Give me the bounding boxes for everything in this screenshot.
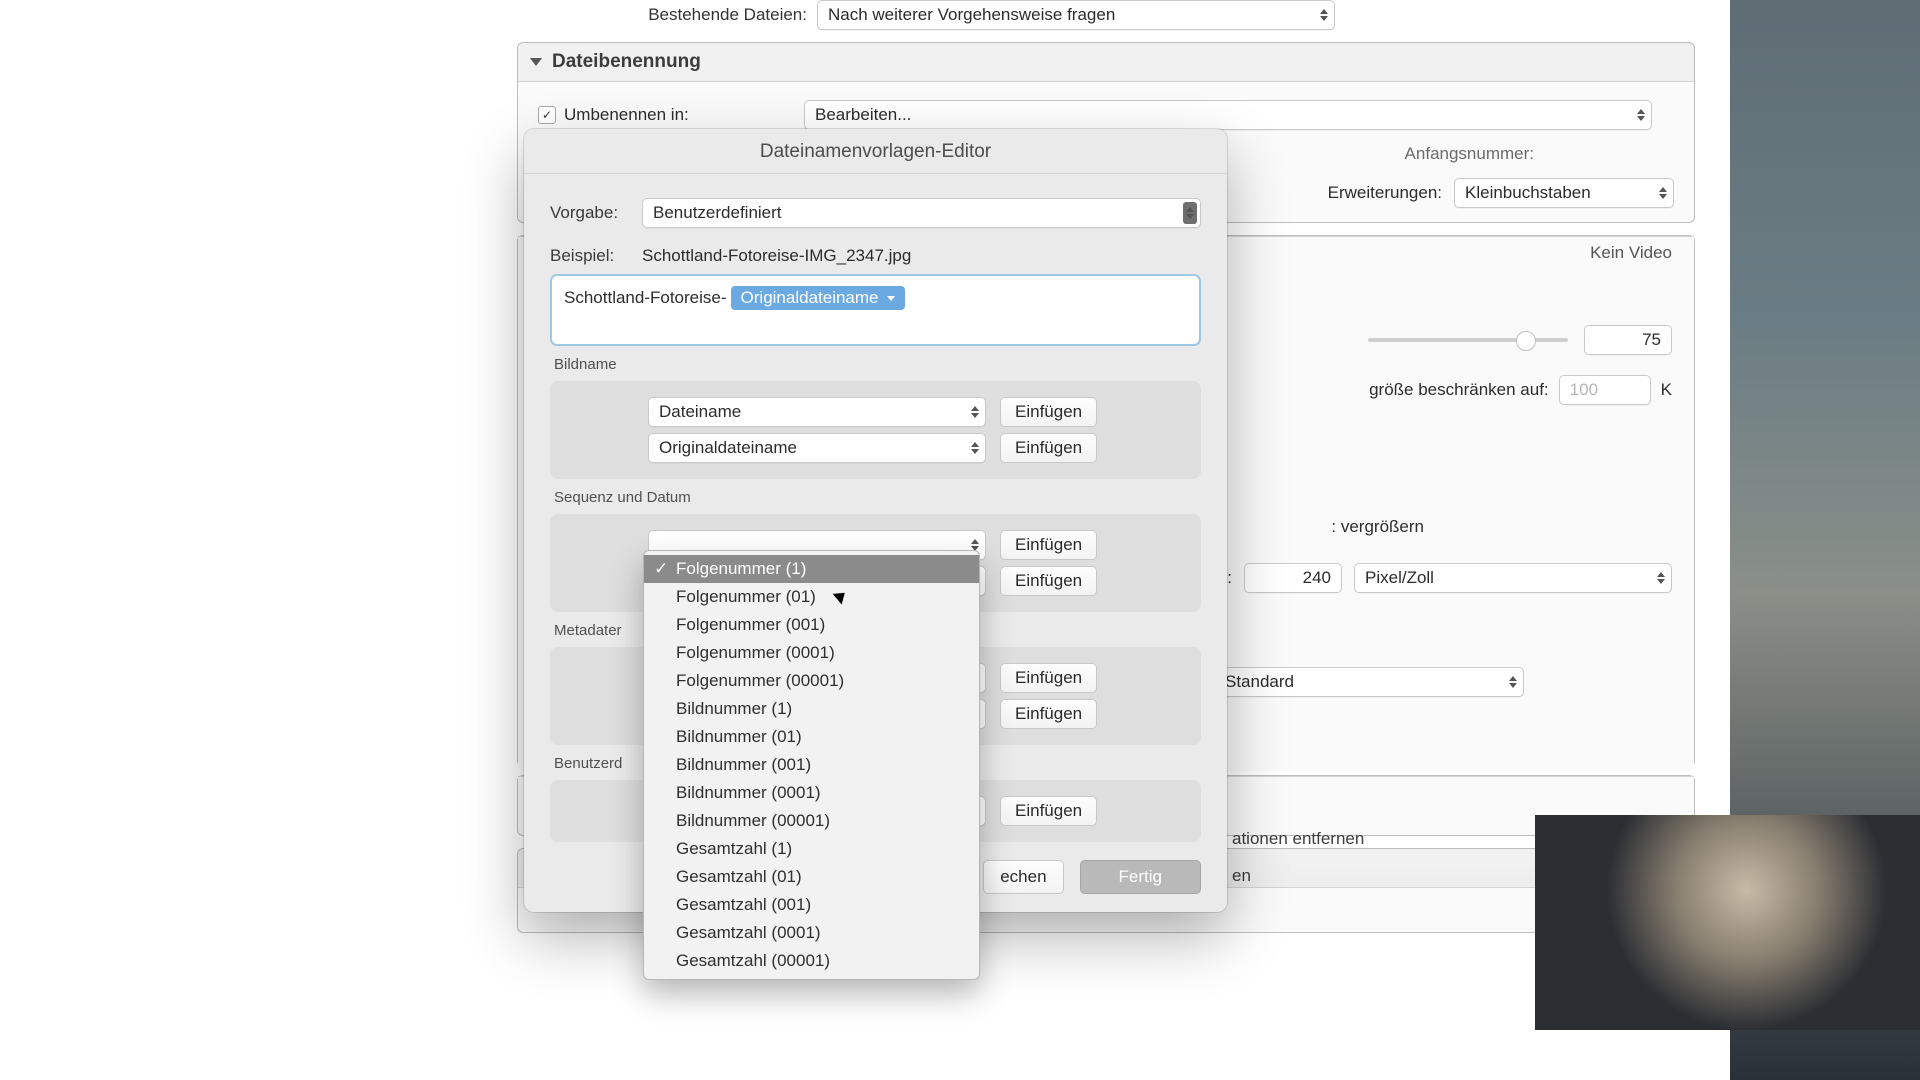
enlarge-label: : vergrößern [1331, 517, 1424, 537]
dropdown-item[interactable]: Folgenummer (001) [644, 611, 979, 639]
limit-label: größe beschränken auf: [1369, 380, 1549, 400]
extensions-label: Erweiterungen: [1328, 183, 1442, 203]
group-bildname-title: Bildname [554, 356, 1201, 373]
rename-select[interactable]: Bearbeiten... [804, 100, 1652, 130]
chevrons-icon [971, 442, 979, 454]
chevrons-icon [1183, 202, 1197, 224]
dropdown-item[interactable]: Folgenummer (0001) [644, 639, 979, 667]
res-value: 240 [1303, 568, 1331, 588]
chevrons-icon [1637, 109, 1645, 121]
dropdown-item[interactable]: Bildnummer (001) [644, 751, 979, 779]
insert-meta1-button[interactable]: Einfügen [1000, 663, 1097, 693]
insert-sequence-button[interactable]: Einfügen [1000, 530, 1097, 560]
quality-slider[interactable] [1368, 338, 1568, 342]
rename-checkbox[interactable] [538, 106, 556, 124]
section-filenaming-header[interactable]: Dateibenennung [518, 43, 1694, 81]
slider-thumb[interactable] [1516, 331, 1536, 351]
done-button[interactable]: Fertig [1080, 860, 1201, 894]
insert-custom-button[interactable]: Einfügen [1000, 796, 1097, 826]
existing-files-value: Nach weiterer Vorgehensweise fragen [828, 5, 1115, 25]
chevron-down-icon [887, 296, 895, 301]
preset-value: Benutzerdefiniert [653, 203, 782, 223]
template-prefix: Schottland-Fotoreise- [564, 288, 727, 308]
chevrons-icon [1320, 9, 1328, 21]
existing-files-row: Bestehende Dateien: Nach weiterer Vorgeh… [517, 0, 1695, 30]
limit-placeholder: 100 [1570, 380, 1598, 400]
example-label: Beispiel: [550, 246, 642, 266]
cancel-button[interactable]: echen [983, 860, 1063, 894]
existing-files-label: Bestehende Dateien: [517, 5, 817, 25]
preset-select[interactable]: Benutzerdefiniert [642, 198, 1201, 228]
insert-date-button[interactable]: Einfügen [1000, 566, 1097, 596]
res-unit-select[interactable]: Pixel/Zoll [1354, 563, 1672, 593]
chevrons-icon [1509, 676, 1517, 688]
example-value: Schottland-Fotoreise-IMG_2347.jpg [642, 246, 911, 266]
no-video-badge: Kein Video [1590, 243, 1672, 263]
dropdown-item[interactable]: Gesamtzahl (001) [644, 891, 979, 919]
disclosure-triangle-icon [530, 58, 542, 66]
chevrons-icon [1657, 572, 1665, 584]
origfilename-select-value: Originaldateiname [659, 438, 797, 458]
remove-info-fragment: ationen entfernen [1232, 829, 1364, 849]
template-field[interactable]: Schottland-Fotoreise- Originaldateiname [550, 274, 1201, 346]
en-fragment: en [1232, 866, 1251, 886]
extensions-select[interactable]: Kleinbuchstaben [1454, 178, 1674, 208]
dropdown-item[interactable]: Bildnummer (0001) [644, 779, 979, 807]
insert-meta2-button[interactable]: Einfügen [1000, 699, 1097, 729]
dropdown-item[interactable]: Folgenummer (1) [644, 555, 979, 583]
insert-origfilename-button[interactable]: Einfügen [1000, 433, 1097, 463]
rename-label: Umbenennen in: [564, 105, 804, 125]
limit-unit: K [1661, 380, 1672, 400]
dropdown-item[interactable]: Gesamtzahl (0001) [644, 919, 979, 947]
template-token-originalfilename[interactable]: Originaldateiname [731, 286, 905, 310]
webcam-overlay [1535, 815, 1920, 1030]
group-sequence-title: Sequenz und Datum [554, 489, 1201, 506]
quality-value-field[interactable]: 75 [1584, 325, 1672, 355]
dropdown-item[interactable]: Gesamtzahl (1) [644, 835, 979, 863]
dropdown-item[interactable]: Folgenummer (00001) [644, 667, 979, 695]
dropdown-item[interactable]: Gesamtzahl (00001) [644, 947, 979, 975]
rename-row: Umbenennen in: Bearbeiten... [538, 100, 1674, 130]
section-filenaming-title: Dateibenennung [552, 51, 701, 73]
sharpen-select[interactable]: Standard [1214, 667, 1524, 697]
dropdown-item[interactable]: Bildnummer (01) [644, 723, 979, 751]
insert-filename-button[interactable]: Einfügen [1000, 397, 1097, 427]
dropdown-item[interactable]: Gesamtzahl (01) [644, 863, 979, 891]
dropdown-item[interactable]: Bildnummer (1) [644, 695, 979, 723]
res-unit: Pixel/Zoll [1365, 568, 1434, 588]
preset-label: Vorgabe: [550, 203, 642, 223]
dropdown-item[interactable]: Bildnummer (00001) [644, 807, 979, 835]
sharpen-value: Standard [1225, 672, 1294, 692]
filename-select-value: Dateiname [659, 402, 741, 422]
filename-select[interactable]: Dateiname [648, 397, 986, 427]
quality-value: 75 [1642, 330, 1661, 350]
token-label: Originaldateiname [741, 288, 879, 308]
rename-value: Bearbeiten... [815, 105, 911, 125]
limit-field[interactable]: 100 [1559, 375, 1651, 405]
chevrons-icon [971, 406, 979, 418]
sequence-dropdown[interactable]: Folgenummer (1) Folgenummer (01) Folgenu… [643, 550, 980, 980]
group-bildname: Dateiname Einfügen Originaldateiname Ein… [550, 381, 1201, 479]
startnum-label: Anfangsnummer: [1405, 144, 1534, 164]
origfilename-select[interactable]: Originaldateiname [648, 433, 986, 463]
existing-files-select[interactable]: Nach weiterer Vorgehensweise fragen [817, 0, 1335, 30]
dialog-title: Dateinamenvorlagen-Editor [524, 129, 1227, 174]
extensions-value: Kleinbuchstaben [1465, 183, 1591, 203]
res-field[interactable]: 240 [1244, 563, 1342, 593]
chevrons-icon [1659, 187, 1667, 199]
dropdown-item[interactable]: Folgenummer (01) [644, 583, 979, 611]
